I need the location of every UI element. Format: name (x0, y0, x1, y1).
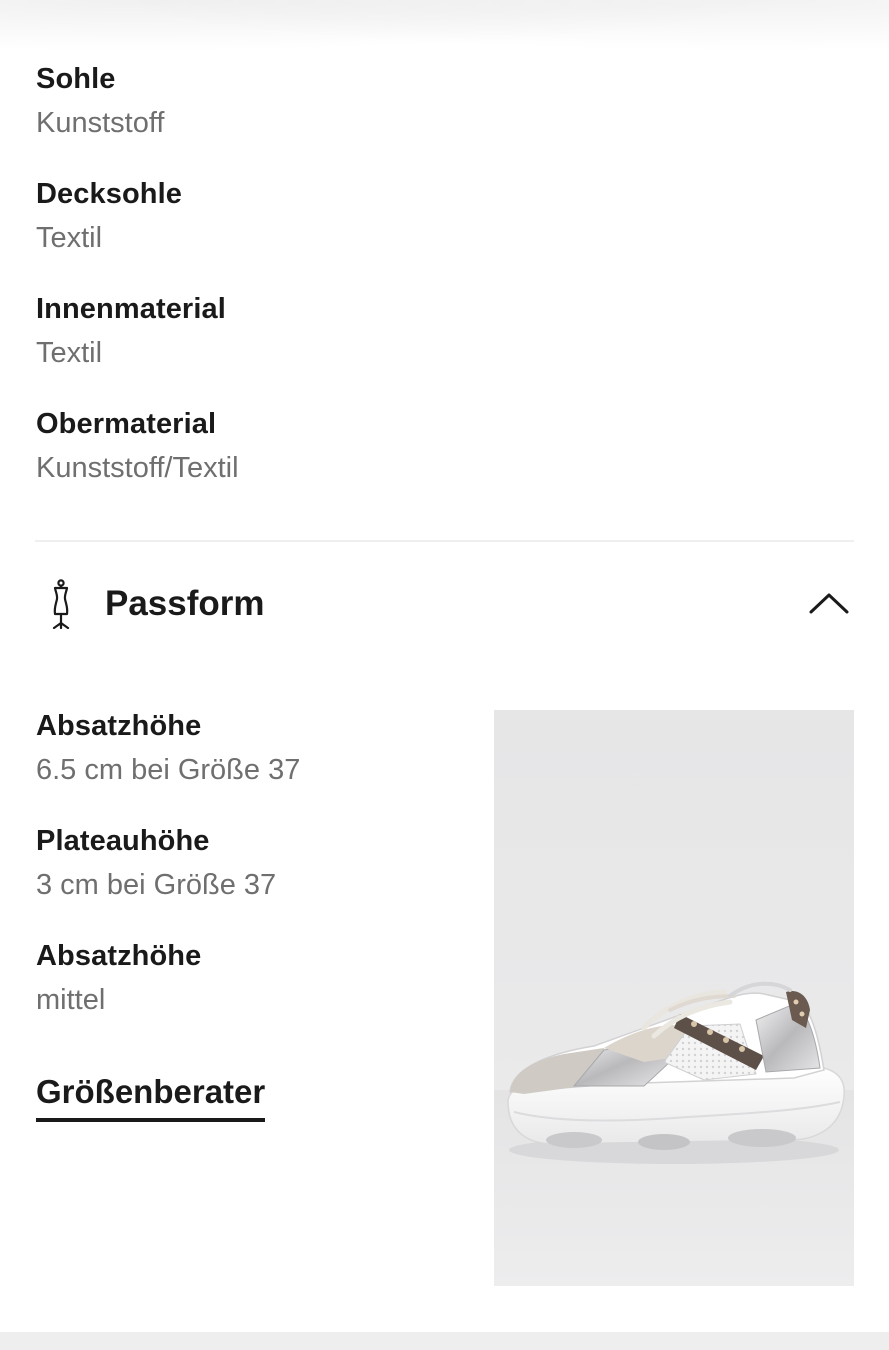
attr-label: Decksohle (36, 178, 182, 210)
material-attr-lining: Innenmaterial Textil (36, 292, 226, 370)
chevron-up-icon[interactable] (808, 588, 850, 618)
mannequin-icon (52, 579, 70, 629)
attr-label: Absatzhöhe (36, 710, 202, 742)
section-divider (35, 540, 854, 542)
attr-value: 6.5 cm bei Größe 37 (36, 754, 301, 786)
passform-attr-heel-height: Absatzhöhe 6.5 cm bei Größe 37 (36, 709, 300, 787)
material-attr-upper: Obermaterial Kunststoff/Textil (36, 407, 239, 485)
material-attr-sole: Sohle Kunststoff (36, 62, 164, 140)
size-advisor-link[interactable]: Größenberater (36, 1072, 266, 1122)
attr-value: mittel (36, 984, 106, 1016)
material-attr-insole: Decksohle Textil (36, 177, 182, 255)
sneaker-product-image (494, 710, 854, 1286)
passform-accordion-header[interactable]: Passform (35, 568, 854, 640)
attr-value: Textil (36, 222, 103, 254)
attr-label: Sohle (36, 63, 116, 95)
attr-value: Kunststoff (36, 107, 165, 139)
attr-label: Absatzhöhe (36, 940, 202, 972)
passform-attr-heel-type: Absatzhöhe mittel (36, 939, 201, 1017)
bottom-bar (0, 1332, 889, 1350)
sneaker-illustration (494, 981, 854, 1286)
attr-label: Innenmaterial (36, 293, 226, 325)
attr-value: 3 cm bei Größe 37 (36, 869, 277, 901)
attr-label: Obermaterial (36, 408, 217, 440)
attr-value: Textil (36, 337, 103, 369)
passform-attr-platform-height: Plateauhöhe 3 cm bei Größe 37 (36, 824, 276, 902)
attr-label: Plateauhöhe (36, 825, 210, 857)
passform-title: Passform (105, 584, 265, 623)
attr-value: Kunststoff/Textil (36, 452, 239, 484)
top-shadow (0, 0, 889, 60)
